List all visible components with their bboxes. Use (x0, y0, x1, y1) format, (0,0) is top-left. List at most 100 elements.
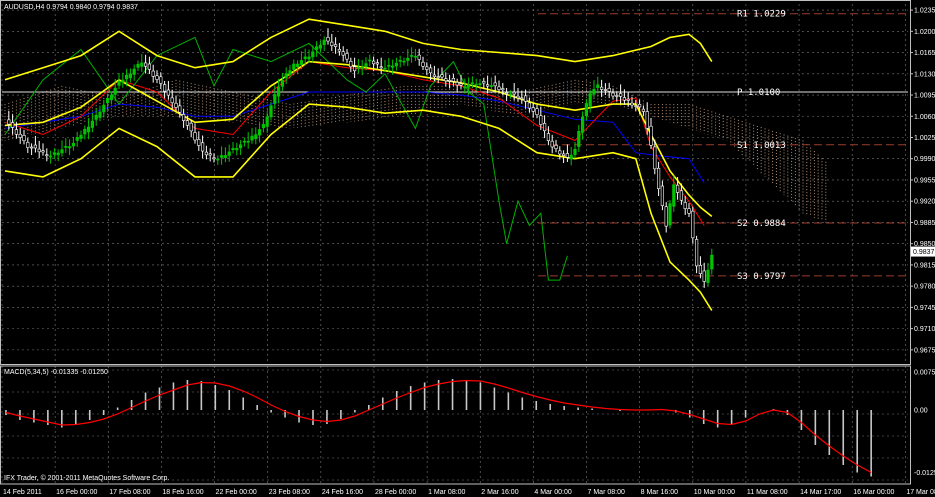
candle-body (311, 51, 315, 58)
candle-body (512, 91, 516, 95)
candle-body (542, 123, 547, 132)
candle-body (307, 56, 311, 60)
candle-body (193, 132, 197, 141)
candle-body (368, 59, 372, 62)
candle-body (318, 44, 323, 49)
candle-body (387, 64, 391, 67)
x-tick-label: 18 Feb 16:00 (162, 489, 203, 496)
candle-body (174, 102, 178, 108)
y-tick-label: 0.9745 (914, 305, 935, 312)
candle-body (288, 70, 292, 76)
candle-body (197, 139, 201, 146)
candle-body (622, 97, 626, 101)
main-chart-title: AUDUSD,H4 0.9794 0.9840 0.9794 0.9837 (4, 4, 138, 11)
candle-body (265, 116, 269, 127)
x-tick-label: 16 Mar 00:00 (853, 489, 894, 496)
candle-body (292, 63, 296, 70)
candle-body (235, 148, 239, 151)
macd-y-tick-label: 0.00 (914, 408, 928, 415)
y-tick-label: 0.9990 (914, 156, 935, 163)
candle-body (102, 104, 106, 113)
y-tick-label: 0.9710 (914, 326, 935, 333)
pivot-label-s3: S3 0.9797 (737, 272, 786, 282)
candle-body (569, 154, 573, 160)
candle-body (425, 66, 429, 70)
candle-body (280, 79, 285, 87)
candle-body (459, 83, 463, 86)
candle-body (504, 92, 509, 94)
candle-body (227, 151, 231, 156)
candle-body (406, 57, 410, 61)
candle-body (242, 140, 247, 143)
y-tick-label: 1.0165 (914, 50, 935, 57)
y-tick-label: 0.9885 (914, 220, 935, 227)
candle-body (428, 67, 433, 74)
candle-body (220, 155, 224, 158)
candle-body (189, 122, 193, 132)
candle-body (645, 111, 649, 129)
candle-body (163, 84, 167, 92)
candle-body (558, 150, 562, 155)
candle-body (87, 126, 91, 133)
y-tick-label: 0.9920 (914, 199, 935, 206)
candle-body (531, 107, 535, 112)
y-tick-label: 1.0200 (914, 29, 935, 36)
candle-body (710, 254, 714, 270)
candle-body (527, 102, 531, 109)
x-tick-label: 4 Mar 00:00 (534, 489, 571, 496)
macd-title: MACD(5,34,5) -0.01335 -0.01250 (4, 369, 108, 376)
candle-body (390, 65, 395, 68)
candle-body (394, 62, 399, 67)
candle-body (603, 89, 607, 91)
candle-body (596, 84, 600, 88)
candle-body (565, 153, 569, 158)
candle-body (637, 104, 642, 108)
candle-body (295, 63, 300, 68)
candle-body (599, 86, 604, 90)
candle-body (33, 144, 37, 149)
candle-body (466, 84, 471, 88)
candle-body (246, 140, 250, 143)
candle-body (508, 93, 513, 96)
candle-body (337, 49, 342, 52)
y-tick-label: 0.9955 (914, 177, 935, 184)
candle-body (656, 167, 661, 190)
candle-body (185, 120, 190, 126)
candle-body (41, 150, 45, 153)
candle-body (261, 124, 266, 129)
candle-body (463, 86, 467, 89)
candle-body (151, 70, 155, 77)
candle-body (478, 83, 482, 85)
candle-body (109, 94, 113, 101)
candle-body (254, 134, 258, 140)
x-tick-label: 1 Mar 08:00 (428, 489, 465, 496)
candle-body (155, 75, 159, 80)
candle-body (455, 82, 459, 86)
candle-body (60, 149, 64, 154)
candle-body (22, 135, 26, 142)
x-tick-label: 23 Feb 08:00 (269, 489, 310, 496)
pivot-label-s1: S1 1.0013 (737, 141, 786, 151)
candle-body (470, 82, 475, 84)
x-tick-label: 17 Mar 08:00 (906, 489, 935, 496)
x-tick-label: 14 Feb 2011 (3, 489, 42, 496)
candle-body (94, 114, 98, 120)
candle-body (52, 152, 56, 155)
candle-body (383, 67, 387, 70)
candle-body (322, 39, 326, 45)
candle-body (299, 60, 304, 65)
candle-body (212, 157, 216, 160)
candle-body (7, 119, 11, 125)
candle-body (208, 153, 212, 156)
candle-body (178, 105, 182, 113)
candle-body (144, 62, 148, 67)
footer-copyright: IFX Trader, © 2001-2011 MetaQuotes Softw… (4, 474, 169, 482)
candle-body (257, 129, 262, 136)
candle-body (630, 102, 634, 106)
candle-body (409, 55, 414, 57)
candle-body (147, 63, 152, 70)
candle-body (284, 73, 288, 78)
candle-body (364, 63, 368, 67)
candle-body (584, 103, 588, 117)
candle-body (182, 114, 186, 121)
